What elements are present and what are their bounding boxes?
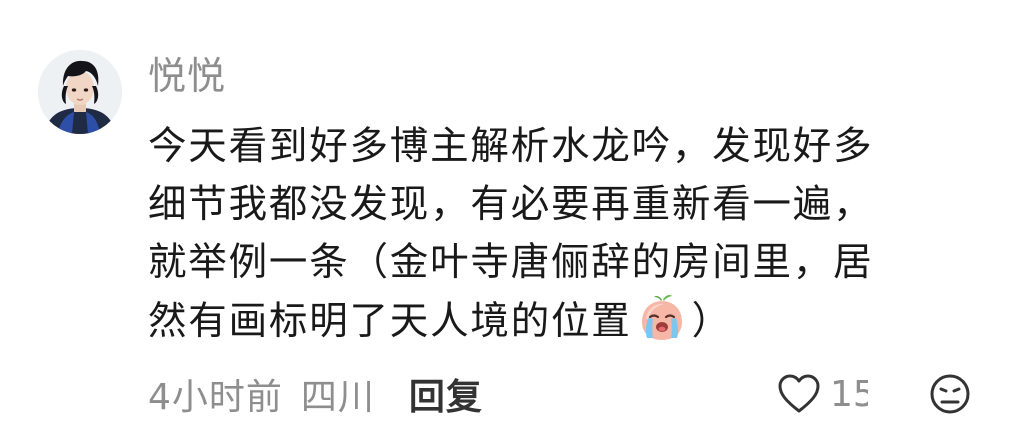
comment-text-line: 今天看到好多博主解析水龙吟，发现好多 — [148, 124, 874, 169]
avatar[interactable] — [38, 50, 122, 134]
reply-button[interactable]: 回复 — [409, 368, 483, 420]
location: 四川 — [300, 377, 375, 418]
comment-text-fragment: 然有画标明了天人境的位置 — [148, 299, 632, 344]
comment-item: 悦悦 今天看到好多博主解析水龙吟，发现好多 细节我都没发现，有必要再重新看一遍，… — [0, 0, 1024, 442]
comment-text-line: 细节我都没发现，有必要再重新看一遍， — [148, 182, 874, 227]
username[interactable]: 悦悦 — [148, 48, 226, 104]
comment-text-line-last: 然有画标明了天人境的位置 ） — [148, 292, 988, 351]
comment-text: 今天看到好多博主解析水龙吟，发现好多 细节我都没发现，有必要再重新看一遍， 就举… — [148, 118, 988, 351]
comment-text-line: 就举例一条（金叶寺唐俪辞的房间里，居 — [148, 240, 874, 285]
comment-meta: 4小时前 四川 回复 — [148, 366, 483, 422]
user-avatar-icon — [38, 50, 122, 134]
like-count: 15 — [830, 373, 868, 415]
crying-peach-emoji-icon — [634, 292, 690, 342]
comment-text-fragment: ） — [691, 299, 732, 344]
heart-icon — [778, 374, 820, 413]
like-button[interactable]: 15 — [776, 368, 868, 420]
dislike-face-icon — [930, 374, 970, 414]
timestamp: 4小时前 — [148, 377, 283, 418]
dislike-button[interactable] — [928, 372, 972, 416]
